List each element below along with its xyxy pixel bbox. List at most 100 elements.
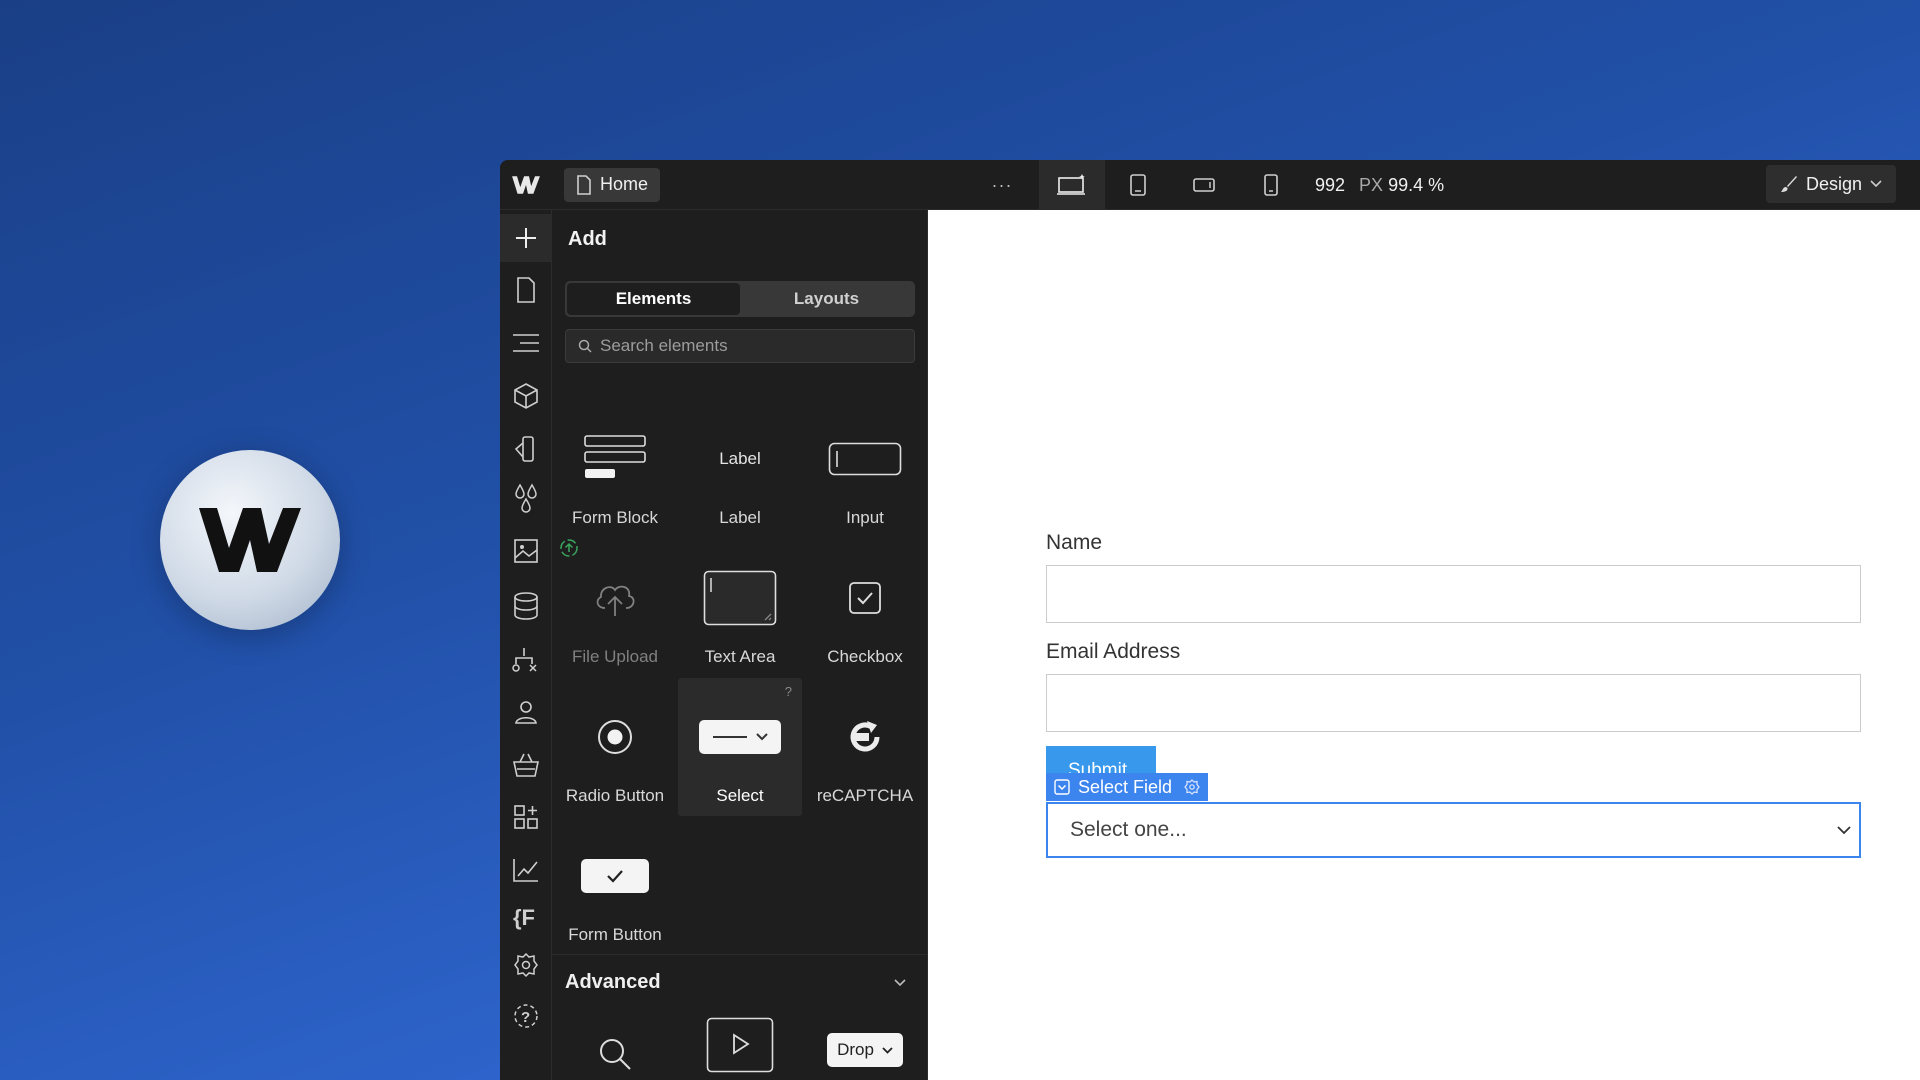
textarea-icon — [703, 570, 777, 626]
element-video[interactable] — [678, 1010, 802, 1080]
select-field[interactable]: Select one... — [1046, 802, 1861, 858]
element-select[interactable]: ? Select — [678, 678, 802, 816]
mobile-landscape-icon — [1193, 178, 1215, 192]
apps-icon — [514, 805, 538, 829]
webflow-badge — [160, 450, 340, 630]
mobile-portrait-icon — [1264, 174, 1278, 196]
localization-button[interactable]: {F — [500, 893, 552, 941]
users-button[interactable] — [500, 688, 552, 736]
components-button[interactable] — [500, 372, 552, 420]
add-panel: Add Elements Layouts Form Block — [552, 210, 928, 1080]
svg-text:?: ? — [521, 1009, 530, 1026]
label-preview: Label — [719, 449, 761, 468]
element-label: Form Button — [568, 925, 662, 944]
element-checkbox[interactable]: Checkbox — [803, 539, 927, 677]
webflow-logo-icon — [512, 175, 540, 194]
tab-layouts[interactable]: Layouts — [740, 283, 913, 315]
styles-button[interactable] — [500, 474, 552, 522]
analyze-button[interactable] — [500, 846, 552, 894]
element-label[interactable]: Label Label — [678, 400, 802, 538]
left-toolbar: {F ? — [500, 210, 552, 1080]
more-options-button[interactable]: ··· — [987, 160, 1017, 210]
search-icon — [578, 339, 592, 353]
search-icon — [600, 1039, 631, 1070]
element-label: File Upload — [572, 647, 658, 666]
element-form-button[interactable]: Form Button — [553, 817, 677, 955]
element-recaptcha[interactable]: reCAPTCHA — [803, 678, 927, 816]
email-field-label: Email Address — [1046, 640, 1181, 663]
element-form-block[interactable]: Form Block — [553, 400, 677, 538]
webflow-menu-button[interactable] — [500, 160, 552, 210]
chart-icon — [513, 859, 538, 882]
cms-button[interactable] — [500, 582, 552, 630]
design-mode-button[interactable]: Design — [1765, 165, 1896, 203]
assets-button[interactable] — [500, 527, 552, 575]
panel-title: Add — [568, 228, 607, 250]
element-search[interactable] — [553, 1010, 677, 1080]
canvas-size-readout: 992 PX 99.4 % — [1315, 160, 1444, 210]
advanced-title: Advanced — [565, 971, 661, 993]
gear-icon — [514, 952, 538, 978]
drops-icon — [515, 483, 537, 513]
select-field-icon — [1054, 779, 1070, 795]
breakpoint-desktop-button[interactable] — [1039, 160, 1105, 210]
desktop-base-icon — [1057, 174, 1085, 195]
add-panel-button[interactable] — [500, 214, 552, 262]
selected-element-name: Select Field — [1078, 776, 1173, 797]
settings-button[interactable] — [500, 941, 552, 989]
navigator-icon — [513, 334, 539, 352]
breakpoint-landscape-button[interactable] — [1171, 160, 1237, 210]
page-selector[interactable]: Home — [564, 167, 661, 202]
chevron-down-icon — [894, 978, 906, 986]
basket-icon — [513, 753, 539, 777]
navigator-button[interactable] — [500, 319, 552, 367]
help-icon: ? — [514, 1004, 538, 1028]
svg-text:{F: {F — [513, 905, 535, 930]
element-label: reCAPTCHA — [816, 786, 914, 805]
element-radio-button[interactable]: Radio Button — [553, 678, 677, 816]
element-label-text: Label — [719, 508, 761, 527]
select-placeholder: Select one... — [1070, 818, 1187, 841]
top-bar: Home ··· 992 PX 99.4 % Design — [500, 160, 1920, 210]
gear-icon[interactable] — [1184, 779, 1200, 795]
code-brace-icon: {F — [513, 905, 535, 930]
designer-window: Home ··· 992 PX 99.4 % Design {F ? Add E… — [500, 160, 1920, 1080]
chevron-down-icon — [1837, 825, 1851, 834]
help-button[interactable]: ? — [500, 992, 552, 1040]
flow-icon — [512, 648, 537, 672]
element-input[interactable]: Input — [803, 400, 927, 538]
selected-element-tag[interactable]: Select Field — [1046, 773, 1209, 801]
help-icon[interactable]: ? — [785, 684, 792, 699]
breakpoint-tablet-button[interactable] — [1105, 160, 1171, 210]
radio-icon — [598, 720, 632, 754]
cube-icon — [514, 383, 538, 409]
element-label: Checkbox — [827, 647, 903, 666]
select-icon — [699, 720, 781, 754]
recaptcha-icon — [850, 721, 880, 752]
tab-elements[interactable]: Elements — [567, 283, 740, 315]
element-file-upload[interactable]: File Upload — [553, 539, 677, 677]
plus-icon — [516, 228, 536, 248]
pages-button[interactable] — [500, 266, 552, 314]
name-input[interactable] — [1046, 565, 1861, 623]
email-input[interactable] — [1046, 674, 1861, 732]
webflow-logo-icon — [199, 508, 301, 572]
logic-button[interactable] — [500, 636, 552, 684]
search-input[interactable] — [600, 336, 900, 356]
element-dropdown[interactable]: Drop — [803, 1010, 927, 1080]
page-name: Home — [600, 174, 649, 194]
element-text-area[interactable]: Text Area — [678, 539, 802, 677]
variables-button[interactable] — [500, 425, 552, 473]
input-icon — [828, 442, 902, 476]
canvas-width-value: 992 — [1315, 174, 1346, 195]
swatch-icon — [514, 436, 534, 462]
element-label: Text Area — [704, 647, 776, 666]
advanced-section-header[interactable]: Advanced — [552, 954, 928, 1010]
panel-tabs: Elements Layouts — [565, 281, 915, 317]
ecommerce-button[interactable] — [500, 741, 552, 789]
breakpoint-portrait-button[interactable] — [1238, 160, 1304, 210]
search-box — [565, 329, 915, 363]
upgrade-badge-icon — [560, 539, 578, 557]
apps-button[interactable] — [500, 793, 552, 841]
tablet-icon — [1130, 174, 1146, 196]
